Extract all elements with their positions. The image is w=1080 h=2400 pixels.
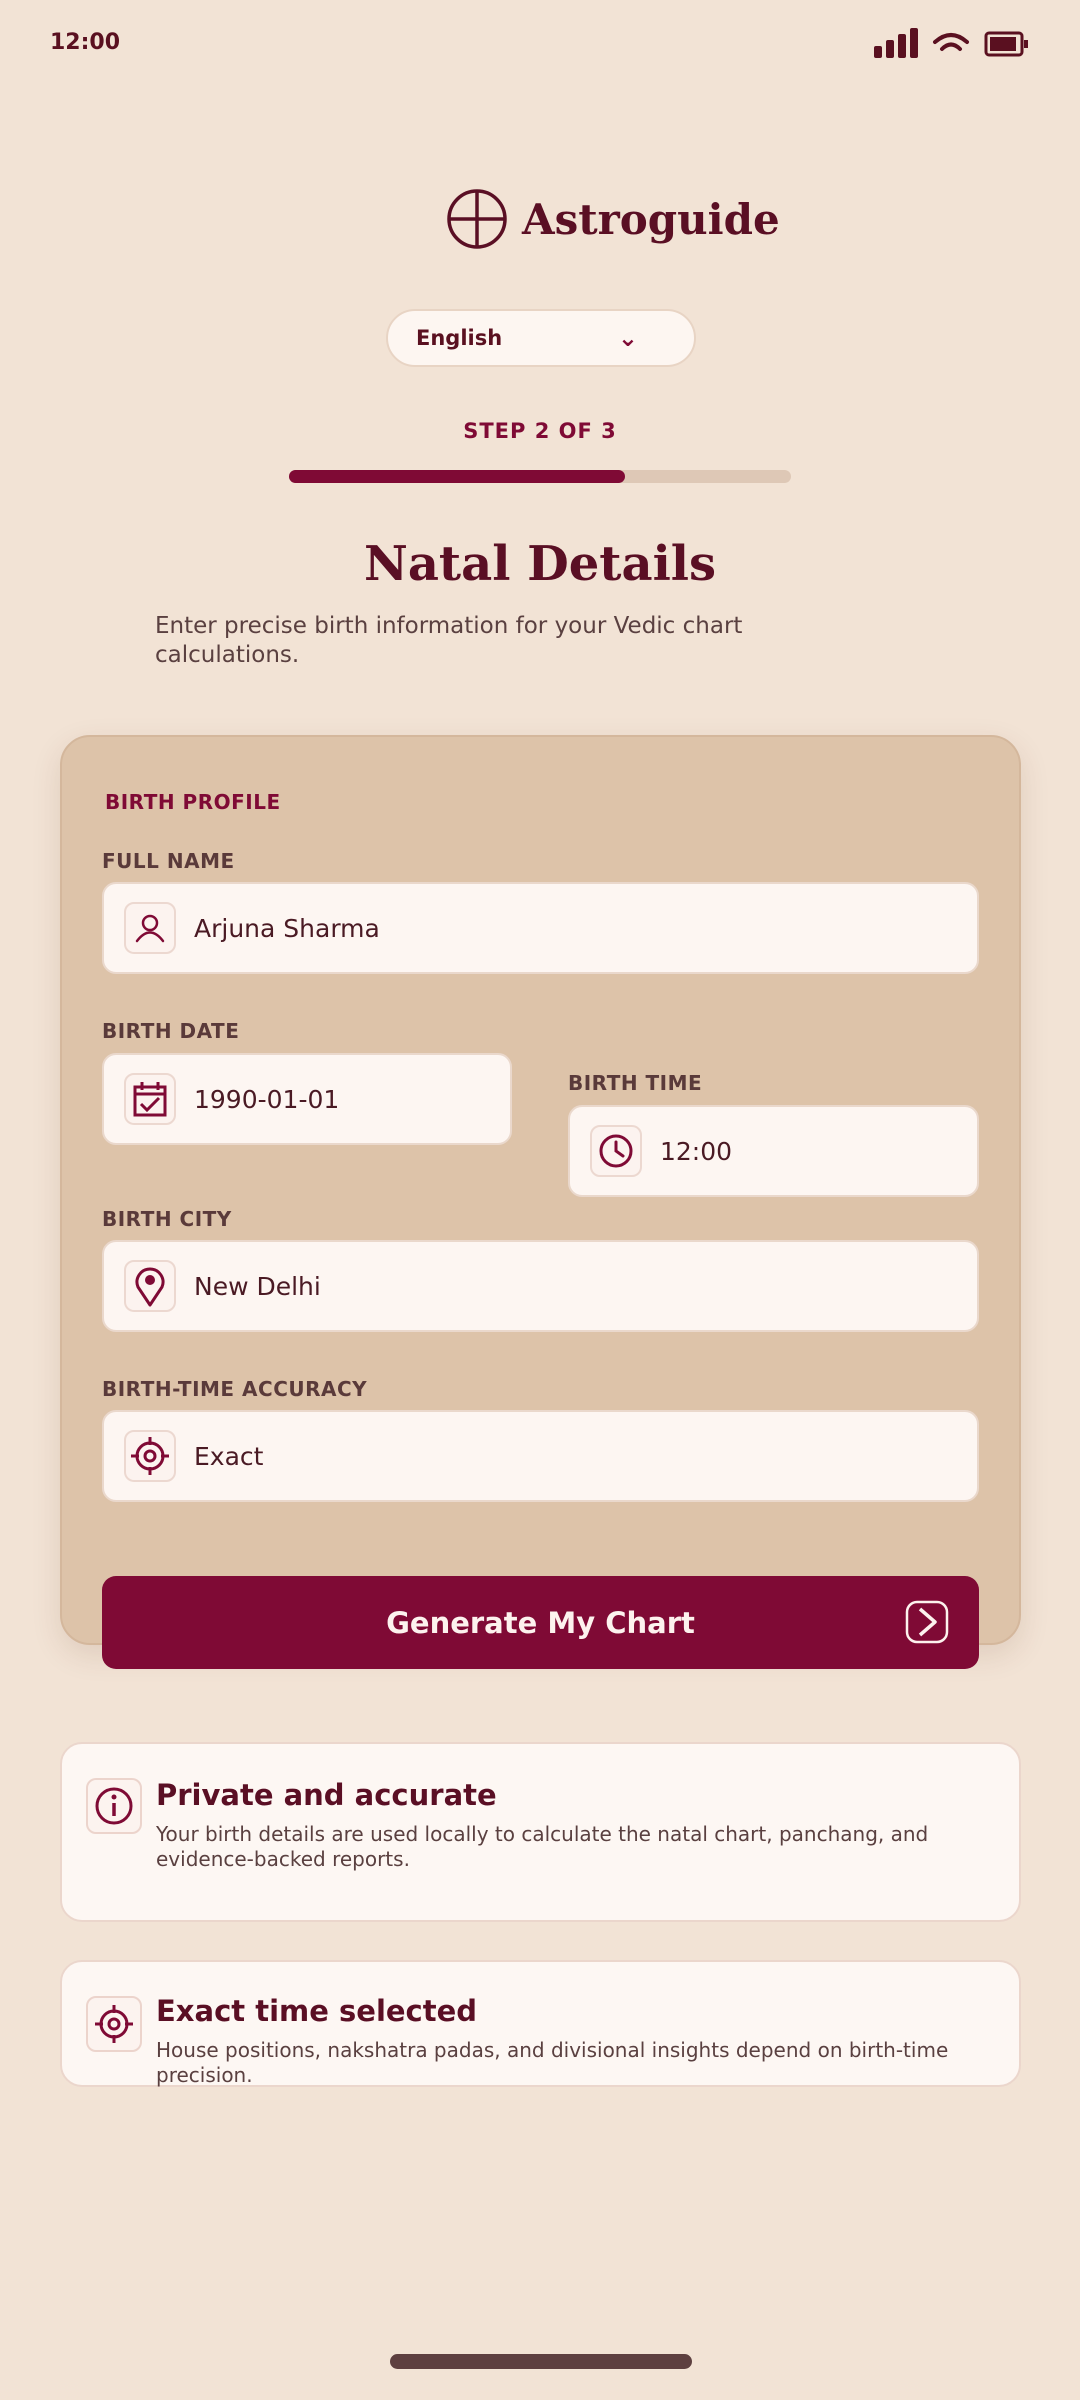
info-title: Private and accurate: [156, 1778, 497, 1812]
step-label: STEP 2 OF 3: [463, 419, 617, 443]
chevron-down-icon: ⌄: [617, 324, 638, 352]
language-value: English: [416, 326, 503, 350]
privacy-info-card: Private and accurate Your birth details …: [60, 1742, 1021, 1922]
birth-city-value: New Delhi: [194, 1271, 321, 1301]
target-icon: [86, 1996, 142, 2052]
target-icon: [124, 1430, 176, 1482]
astro-logo-icon: [447, 189, 507, 249]
birth-city-field[interactable]: New Delhi: [102, 1240, 979, 1332]
full-name-field[interactable]: Arjuna Sharma: [102, 882, 979, 974]
location-pin-icon: [124, 1260, 176, 1312]
birth-time-value: 12:00: [660, 1136, 733, 1166]
calendar-icon: [124, 1073, 176, 1125]
accuracy-value: Exact: [194, 1441, 264, 1471]
signal-icon: [874, 28, 918, 58]
full-name-value: Arjuna Sharma: [194, 913, 380, 943]
clock-icon: [590, 1125, 642, 1177]
app-name: Astroguide: [522, 194, 780, 244]
progress-bar: [289, 470, 791, 483]
home-indicator[interactable]: [390, 2354, 692, 2369]
progress-fill: [289, 470, 626, 483]
arrow-right-icon: [905, 1600, 949, 1644]
info-text: Your birth details are used locally to c…: [156, 1822, 929, 1871]
info-icon: [86, 1778, 142, 1834]
birth-date-value: 1990-01-01: [194, 1084, 340, 1114]
birth-city-label: BIRTH CITY: [102, 1207, 232, 1231]
user-icon: [124, 902, 176, 954]
status-time: 12:00: [50, 30, 121, 55]
birth-date-label: BIRTH DATE: [102, 1019, 240, 1043]
full-name-label: FULL NAME: [102, 849, 235, 873]
page-subtitle: Enter precise birth information for your…: [155, 613, 743, 668]
generate-chart-button[interactable]: Generate My Chart: [102, 1576, 979, 1669]
brand-header: Astroguide: [446, 188, 780, 250]
accuracy-info-card: Exact time selected House positions, nak…: [60, 1960, 1021, 2087]
birth-time-field[interactable]: 12:00: [568, 1105, 979, 1197]
accuracy-label: BIRTH-TIME ACCURACY: [102, 1377, 368, 1401]
generate-chart-label: Generate My Chart: [386, 1605, 695, 1640]
section-title: BIRTH PROFILE: [105, 790, 281, 814]
birth-date-field[interactable]: 1990-01-01: [102, 1053, 512, 1145]
battery-icon: [984, 31, 1028, 57]
info-text: House positions, nakshatra padas, and di…: [156, 2038, 949, 2087]
accuracy-select[interactable]: Exact: [102, 1410, 979, 1502]
info-title: Exact time selected: [156, 1994, 478, 2028]
screen: 12:00 Astroguide English ⌄ STEP 2 OF 3 N…: [0, 0, 1080, 2400]
language-select[interactable]: English ⌄: [386, 309, 696, 367]
status-icons: [874, 28, 1030, 58]
birth-time-label: BIRTH TIME: [568, 1071, 703, 1095]
page-title: Natal Details: [363, 536, 717, 592]
wifi-icon: [933, 33, 969, 51]
